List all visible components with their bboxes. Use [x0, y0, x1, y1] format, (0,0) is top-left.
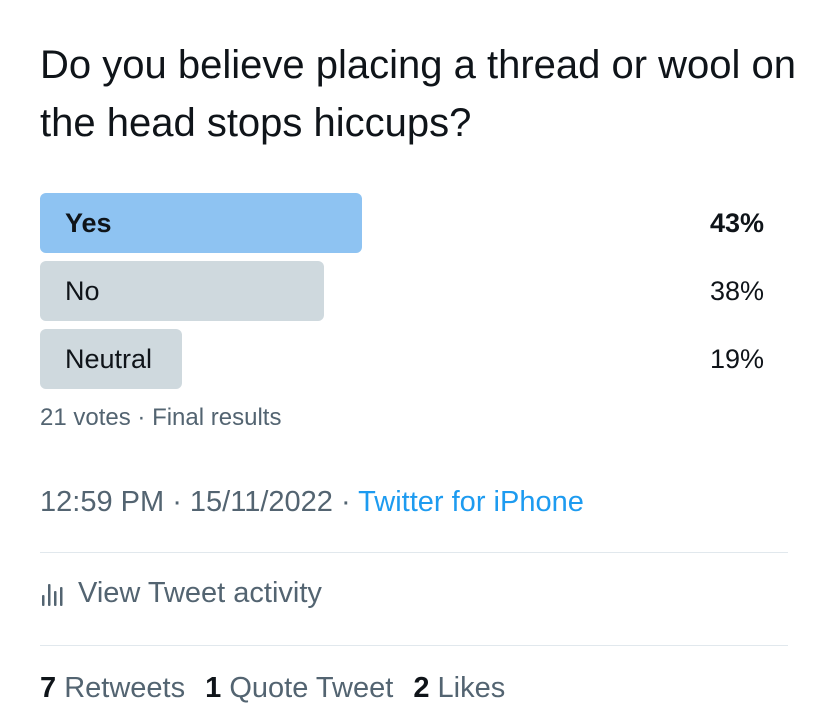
poll-summary: 21 votes · Final results [40, 404, 281, 432]
quote-tweets-stat[interactable]: 1 Quote Tweet [205, 672, 393, 704]
poll-option-percent: 43% [709, 208, 764, 238]
tweet-time[interactable]: 12:59 PM [40, 486, 164, 518]
view-tweet-activity-button[interactable]: View Tweet activity [40, 577, 322, 610]
tweet-text: Do you believe placing a thread or wool … [40, 43, 797, 145]
poll-option-no: No 38% [40, 261, 764, 321]
poll-option-yes: Yes 43% [40, 193, 764, 253]
likes-stat[interactable]: 2 Likes [413, 672, 505, 704]
separator: · [164, 486, 190, 518]
retweets-label: Retweets [64, 672, 186, 704]
likes-count: 2 [413, 672, 430, 704]
poll-votes: 21 votes [40, 404, 131, 431]
engagement-stats: 7 Retweets 1 Quote Tweet 2 Likes [40, 672, 517, 705]
separator: · [332, 486, 359, 518]
poll-status: Final results [152, 404, 282, 431]
retweets-count: 7 [40, 672, 57, 704]
poll-option-percent: 38% [709, 276, 764, 306]
retweets-stat[interactable]: 7 Retweets [40, 672, 185, 704]
tweet-timestamp: 12:59 PM · 15/11/2022 · Twitter for iPho… [40, 486, 584, 519]
poll-option-neutral: Neutral 19% [40, 329, 764, 389]
divider [40, 645, 788, 646]
poll-option-label: Yes [65, 208, 112, 238]
poll-option-label: No [65, 276, 100, 306]
poll-option-label: Neutral [65, 344, 153, 374]
quote-tweets-count: 1 [205, 672, 222, 704]
tweet-date[interactable]: 15/11/2022 [190, 486, 333, 518]
separator: · [130, 404, 153, 431]
tweet-source-link[interactable]: Twitter for iPhone [358, 486, 584, 518]
poll: Yes 43% No 38% Neutral 19% [40, 193, 764, 397]
bar-chart-icon [42, 583, 63, 606]
divider [40, 552, 788, 553]
poll-option-percent: 19% [709, 344, 764, 374]
quote-tweets-label: Quote Tweet [229, 672, 394, 704]
likes-label: Likes [437, 672, 506, 704]
activity-label: View Tweet activity [78, 577, 322, 609]
